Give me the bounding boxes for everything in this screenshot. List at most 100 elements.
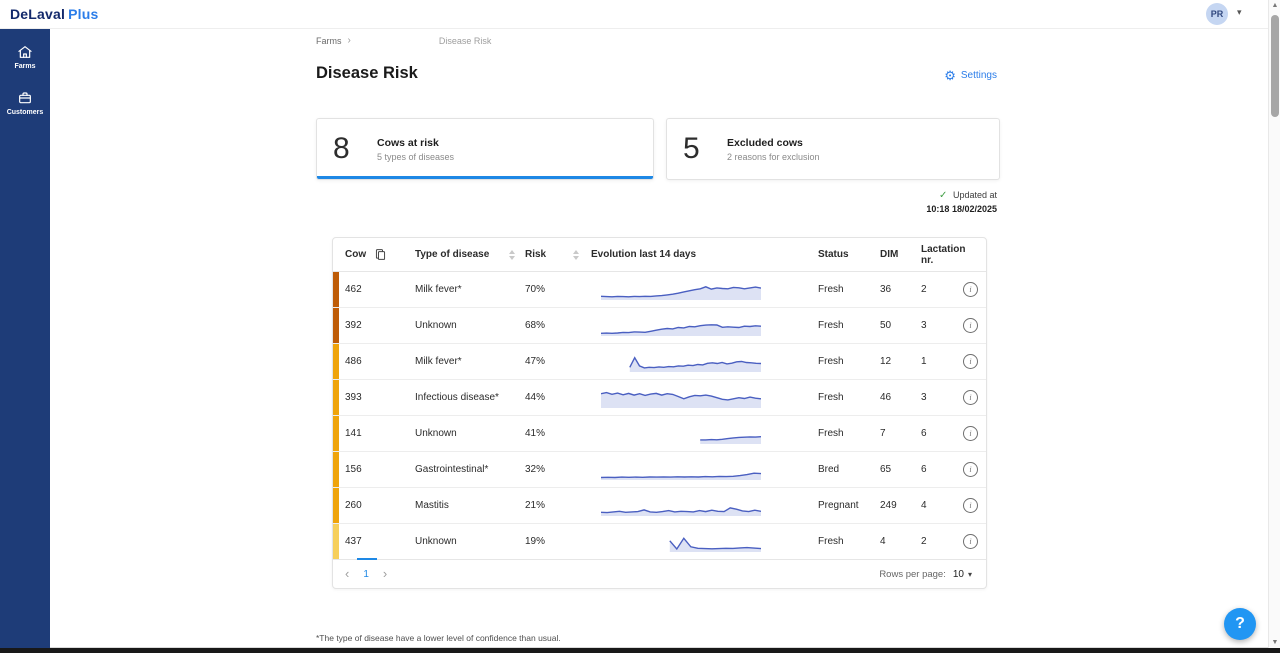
column-label: Status — [818, 249, 849, 260]
cell-cow: 462 — [333, 272, 415, 307]
disease-table: Cow Type of disease Risk Evolution last … — [332, 237, 987, 589]
table-rows: 462Milk fever*70%Fresh362i392Unknown68%F… — [333, 272, 986, 559]
brand-primary: DeLaval — [10, 6, 65, 22]
updated-label: Updated at — [953, 190, 997, 200]
evolution-sparkline — [601, 387, 761, 409]
table-row: 156Gastrointestinal*32%Bred656i — [333, 452, 986, 488]
breadcrumb: Farms › Disease Risk — [316, 35, 491, 46]
settings-button[interactable]: ⚙ Settings — [944, 69, 997, 82]
cell-lactation: 3 — [921, 380, 963, 415]
cell-info: i — [963, 272, 986, 307]
sort-icon[interactable] — [509, 250, 515, 260]
briefcase-icon — [17, 90, 33, 106]
tab-cows-at-risk[interactable]: 8 Cows at risk 5 types of diseases — [316, 118, 654, 180]
cell-lactation: 1 — [921, 344, 963, 379]
page-title: Disease Risk — [316, 64, 418, 83]
bottom-bar — [0, 648, 1280, 653]
help-button[interactable]: ? — [1224, 608, 1256, 640]
tab-title: Cows at risk — [377, 137, 454, 149]
sort-icon[interactable] — [573, 250, 579, 260]
cell-risk: 70% — [525, 272, 591, 307]
cell-evolution — [591, 380, 818, 415]
active-page-indicator — [357, 558, 377, 560]
cell-status: Fresh — [818, 308, 880, 343]
cell-risk: 47% — [525, 344, 591, 379]
rows-per-page-label: Rows per page: — [879, 569, 946, 580]
cell-dim: 36 — [880, 272, 921, 307]
cell-risk: 68% — [525, 308, 591, 343]
page-number[interactable]: 1 — [363, 569, 369, 580]
cell-info: i — [963, 380, 986, 415]
cell-cow: 437 — [333, 524, 415, 559]
cell-info: i — [963, 452, 986, 487]
breadcrumb-farms[interactable]: Farms — [316, 36, 342, 46]
column-label: DIM — [880, 249, 898, 260]
next-page-button[interactable]: › — [383, 569, 387, 579]
cell-info: i — [963, 344, 986, 379]
scrollbar-thumb[interactable] — [1271, 15, 1279, 117]
tab-title: Excluded cows — [727, 137, 820, 149]
cell-lactation: 2 — [921, 524, 963, 559]
brand-secondary: Plus — [68, 6, 98, 22]
cell-cow: 141 — [333, 416, 415, 451]
rows-per-page-select[interactable]: 10 ▾ — [953, 569, 972, 580]
cell-disease: Milk fever* — [415, 344, 525, 379]
column-header-info — [963, 238, 986, 271]
updated-timestamp: 10:18 18/02/2025 — [926, 204, 997, 214]
avatar[interactable]: PR — [1206, 3, 1228, 25]
table-row: 486Milk fever*47%Fresh121i — [333, 344, 986, 380]
cell-evolution — [591, 344, 818, 379]
cell-evolution — [591, 308, 818, 343]
active-tab-indicator — [317, 176, 653, 179]
brand-logo[interactable]: DeLavalPlus — [10, 0, 98, 28]
scrollbar[interactable]: ▲ ▼ — [1268, 0, 1280, 648]
cell-info: i — [963, 488, 986, 523]
info-icon[interactable]: i — [963, 282, 978, 297]
settings-label: Settings — [961, 70, 997, 81]
column-label: Evolution last 14 days — [591, 249, 696, 260]
sidebar-item-customers[interactable]: Customers — [0, 86, 50, 120]
column-header-cow: Cow — [333, 238, 415, 271]
copy-icon[interactable] — [374, 248, 387, 261]
table-row: 141Unknown41%Fresh76i — [333, 416, 986, 452]
cell-dim: 50 — [880, 308, 921, 343]
cell-info: i — [963, 416, 986, 451]
cell-disease: Infectious disease* — [415, 380, 525, 415]
cell-status: Fresh — [818, 380, 880, 415]
info-icon[interactable]: i — [963, 390, 978, 405]
breadcrumb-current: Disease Risk — [439, 36, 492, 46]
info-icon[interactable]: i — [963, 426, 978, 441]
cell-disease: Unknown — [415, 416, 525, 451]
info-icon[interactable]: i — [963, 534, 978, 549]
table-row: 437Unknown19%Fresh42i — [333, 524, 986, 559]
chevron-down-icon[interactable]: ▾ — [1237, 7, 1242, 18]
evolution-sparkline — [601, 315, 761, 337]
info-icon[interactable]: i — [963, 462, 978, 477]
barn-icon — [17, 44, 33, 60]
cell-dim: 12 — [880, 344, 921, 379]
severity-bar — [333, 488, 339, 523]
tab-excluded-cows[interactable]: 5 Excluded cows 2 reasons for exclusion — [666, 118, 1000, 180]
info-icon[interactable]: i — [963, 318, 978, 333]
cell-dim: 46 — [880, 380, 921, 415]
cell-risk: 41% — [525, 416, 591, 451]
severity-bar — [333, 380, 339, 415]
scroll-down-icon[interactable]: ▼ — [1269, 639, 1280, 646]
scroll-up-icon[interactable]: ▲ — [1269, 2, 1280, 9]
info-icon[interactable]: i — [963, 354, 978, 369]
sidebar-item-farms[interactable]: Farms — [0, 40, 50, 74]
gear-icon: ⚙ — [944, 69, 956, 82]
column-header-disease[interactable]: Type of disease — [415, 238, 525, 271]
cell-cow: 156 — [333, 452, 415, 487]
cell-status: Fresh — [818, 272, 880, 307]
column-header-risk[interactable]: Risk — [525, 238, 591, 271]
cell-cow: 393 — [333, 380, 415, 415]
cell-status: Pregnant — [818, 488, 880, 523]
cell-disease: Unknown — [415, 308, 525, 343]
column-label: Cow — [345, 249, 366, 260]
severity-bar — [333, 524, 339, 559]
info-icon[interactable]: i — [963, 498, 978, 513]
prev-page-button[interactable]: ‹ — [345, 569, 349, 579]
column-header-status: Status — [818, 238, 880, 271]
table-row: 260Mastitis21%Pregnant2494i — [333, 488, 986, 524]
